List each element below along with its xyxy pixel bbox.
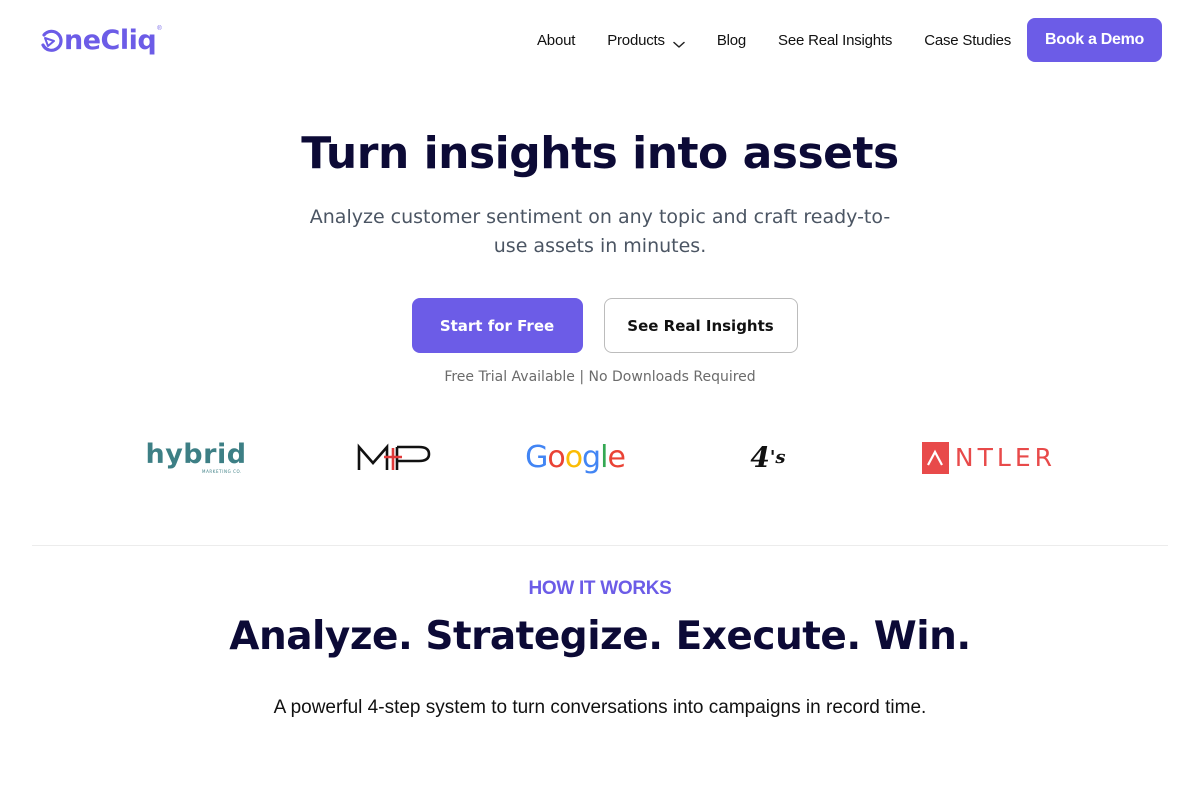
how-it-works-subtitle: A powerful 4-step system to turn convers… — [273, 697, 927, 718]
google-letter: l — [600, 440, 608, 475]
logo-wordmark: neCliq — [64, 24, 157, 56]
google-letter: G — [525, 440, 548, 475]
book-demo-button[interactable]: Book a Demo — [1027, 18, 1162, 62]
4as-main: 4 — [750, 441, 770, 474]
registered-mark: ® — [157, 26, 162, 32]
mp-logo-icon — [357, 443, 431, 470]
client-logos: hybrid MARKETING CO. Google 4's NTLER — [0, 430, 1200, 485]
hero-title: Turn insights into assets — [301, 128, 899, 179]
4as-suffix: 's — [769, 447, 786, 468]
how-it-works-title: Analyze. Strategize. Execute. Win. — [229, 614, 971, 659]
nav-about[interactable]: About — [537, 32, 575, 49]
nav-products-label: Products — [607, 31, 665, 49]
site-header: neCliq ® About Products Blog See Real In… — [0, 0, 1200, 80]
logo-hybrid: hybrid MARKETING CO. — [145, 430, 247, 485]
google-letter: e — [607, 440, 625, 475]
start-for-free-button[interactable]: Start for Free — [411, 298, 583, 353]
hero-cta-row: Start for Free See Real Insights — [0, 298, 1200, 353]
logo-antler: NTLER — [922, 430, 1056, 485]
logo-send-icon — [38, 27, 64, 53]
google-letter: o — [547, 440, 565, 475]
google-letter: g — [582, 440, 601, 475]
google-letter: o — [564, 440, 583, 475]
nav-see-real-insights[interactable]: See Real Insights — [778, 32, 892, 49]
nav-products[interactable]: Products — [607, 32, 685, 49]
hero-subtitle: Analyze customer sentiment on any topic … — [309, 206, 891, 257]
logo-4as: 4's — [744, 430, 792, 485]
section-divider — [32, 545, 1168, 546]
logo-google: Google — [522, 430, 628, 485]
see-real-insights-button[interactable]: See Real Insights — [603, 298, 798, 353]
antler-a-icon — [922, 441, 949, 474]
cta-note: Free Trial Available | No Downloads Requ… — [444, 369, 756, 385]
main-nav: About Products Blog See Real Insights Ca… — [537, 18, 1162, 62]
nav-blog[interactable]: Blog — [717, 32, 746, 49]
antler-wordmark: NTLER — [954, 443, 1056, 472]
onecliq-logo[interactable]: neCliq ® — [38, 22, 162, 58]
nav-case-studies[interactable]: Case Studies — [924, 32, 1011, 49]
chevron-down-icon — [673, 36, 685, 48]
hybrid-wordmark: hybrid — [145, 438, 247, 470]
how-it-works-eyebrow: HOW IT WORKS — [528, 578, 672, 599]
hybrid-tagline: MARKETING CO. — [202, 468, 242, 474]
logo-mp — [356, 430, 434, 485]
